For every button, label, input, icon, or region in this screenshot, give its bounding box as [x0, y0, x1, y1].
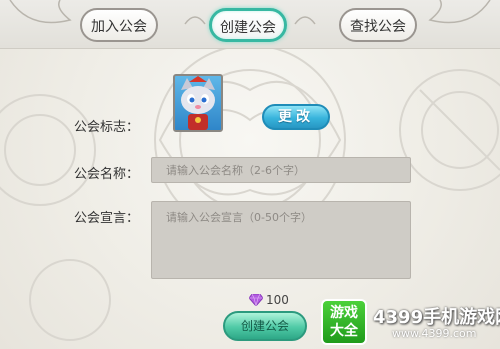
guild-emblem[interactable]: [173, 74, 223, 132]
watermark-site-name: 4399手机游戏网: [373, 307, 500, 328]
declaration-label: 公会宣言：: [74, 211, 140, 226]
logo-line1: 游戏: [330, 305, 358, 321]
name-label: 公会名称：: [74, 167, 140, 182]
guild-declaration-input[interactable]: [151, 201, 411, 279]
tab-bar: 加入公会 创建公会 查找公会: [0, 0, 500, 49]
cost-amount: 100: [266, 293, 289, 307]
emblem-label: 公会标志：: [74, 120, 140, 135]
tab-find-guild[interactable]: 查找公会: [339, 8, 417, 42]
watermark-logo: 游戏 大全: [321, 299, 367, 345]
tab-create-guild[interactable]: 创建公会: [209, 8, 287, 42]
watermark-url: www.4399.com: [392, 327, 477, 340]
purple-gem-icon: [249, 294, 263, 306]
logo-line2: 大全: [330, 323, 358, 339]
guild-create-panel: 加入公会 创建公会 查找公会 公会标志： 更改 公会名称： 公会宣言： 100 …: [0, 0, 500, 349]
change-emblem-button[interactable]: 更改: [262, 104, 330, 130]
guild-name-input[interactable]: [151, 157, 411, 183]
tab-join-guild[interactable]: 加入公会: [80, 8, 158, 42]
create-guild-button[interactable]: 创建公会: [223, 311, 307, 341]
cat-avatar-icon: [181, 76, 215, 130]
